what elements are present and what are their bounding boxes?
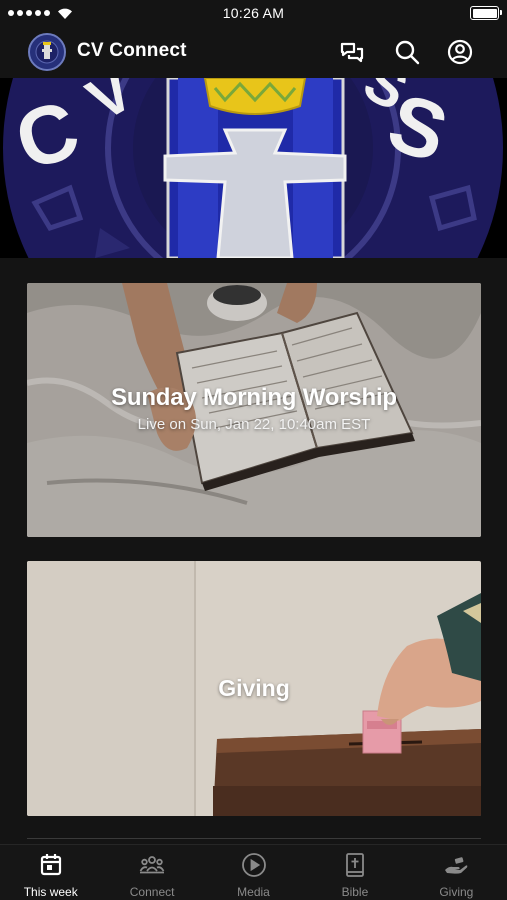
worship-subtitle: Live on Sun, Jan 22, 10:40am EST xyxy=(137,416,371,433)
app-header: CV Connect xyxy=(0,28,507,78)
tab-connect[interactable]: Connect xyxy=(101,845,202,900)
status-time: 10:26 AM xyxy=(222,5,285,21)
search-icon[interactable] xyxy=(393,38,421,66)
tab-label: Bible xyxy=(341,885,369,899)
giving-title: Giving xyxy=(218,675,290,701)
giving-card[interactable]: Giving xyxy=(27,561,481,816)
tab-bar: This week Connect Media Bible Giving xyxy=(0,844,507,900)
app-title: CV Connect xyxy=(77,40,187,61)
battery-icon xyxy=(470,6,502,20)
hero-banner[interactable]: C V S S xyxy=(0,78,507,258)
people-icon xyxy=(139,852,165,878)
worship-title: Sunday Morning Worship xyxy=(111,384,397,411)
calendar-icon xyxy=(38,852,64,878)
tab-giving[interactable]: Giving xyxy=(406,845,507,900)
tab-media[interactable]: Media xyxy=(203,845,304,900)
chat-icon[interactable] xyxy=(338,38,366,66)
church-logo-avatar[interactable] xyxy=(28,33,66,71)
profile-icon[interactable] xyxy=(446,38,474,66)
tab-label: Media xyxy=(237,885,270,899)
tab-label: Giving xyxy=(439,885,474,899)
worship-card[interactable]: Sunday Morning Worship Live on Sun, Jan … xyxy=(27,283,481,537)
tab-label: This week xyxy=(23,885,78,899)
giving-icon xyxy=(443,852,469,878)
tab-this-week[interactable]: This week xyxy=(0,845,101,900)
status-bar: 10:26 AM xyxy=(0,0,507,28)
tab-label: Connect xyxy=(129,885,175,899)
tab-bible[interactable]: Bible xyxy=(304,845,405,900)
bible-icon xyxy=(342,852,368,878)
play-icon xyxy=(241,852,267,878)
